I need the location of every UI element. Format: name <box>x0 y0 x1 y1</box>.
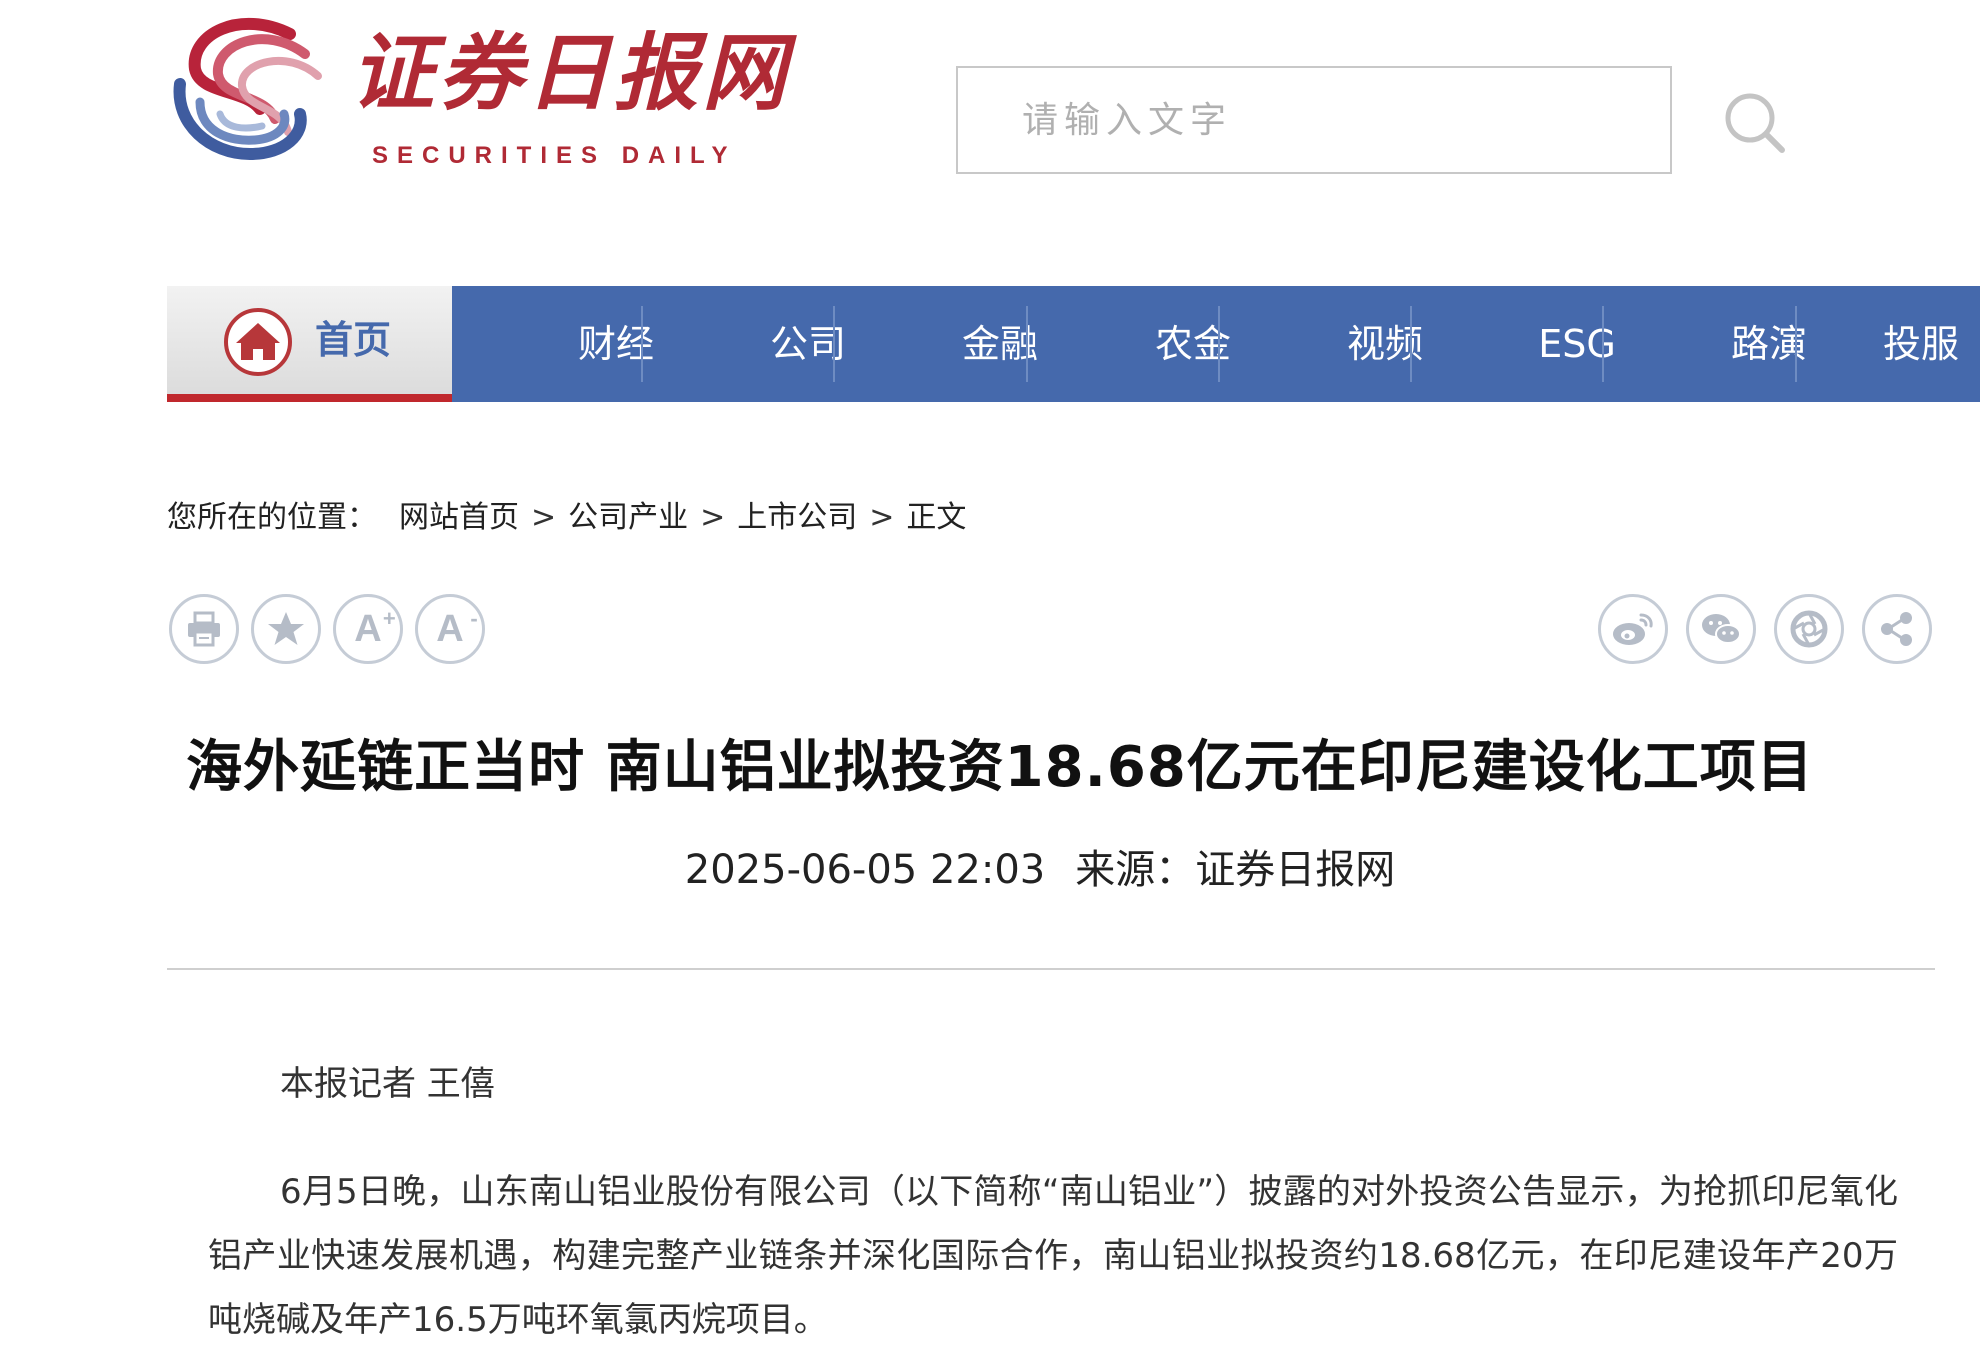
print-icon <box>184 609 224 649</box>
search-input[interactable] <box>958 68 1670 172</box>
breadcrumb-industry[interactable]: 公司产业 <box>568 500 688 535</box>
home-icon <box>222 306 294 378</box>
share-icon <box>1877 609 1917 649</box>
nav-item-esg[interactable]: ESG <box>1481 286 1673 402</box>
font-decrease-sup: - <box>470 606 478 631</box>
moments-icon <box>1789 609 1829 649</box>
article-paragraph: 6月5日晚，山东南山铝业股份有限公司（以下简称“南山铝业”）披露的对外投资公告显… <box>208 1172 1898 1340</box>
nav-item-roadshow[interactable]: 路演 <box>1673 286 1865 402</box>
weibo-icon <box>1611 609 1655 649</box>
font-increase-icon: A + <box>354 608 395 650</box>
favorite-button[interactable] <box>251 594 321 664</box>
nav-item-investor-service[interactable]: 投服 <box>1866 286 1976 402</box>
share-wechat-button[interactable] <box>1686 594 1756 664</box>
article-byline: 本报记者 王僖 <box>280 1064 495 1104</box>
nav-divider <box>1795 306 1797 382</box>
article-datetime: 2025-06-05 22:03 <box>684 847 1046 893</box>
nav-divider <box>1410 306 1412 382</box>
site-logo-text[interactable]: 证券日报网 <box>350 18 790 128</box>
breadcrumb-home[interactable]: 网站首页 <box>399 500 519 535</box>
print-button[interactable] <box>169 594 239 664</box>
favorite-star-icon <box>266 609 306 649</box>
search-icon[interactable] <box>1720 88 1790 158</box>
font-increase-button[interactable]: A + <box>333 594 403 664</box>
search-box <box>956 66 1672 174</box>
breadcrumb-prefix: 您所在的位置： <box>167 500 377 535</box>
font-decrease-glyph: A <box>436 608 464 650</box>
article-title: 海外延链正当时 南山铝业拟投资18.68亿元在印尼建设化工项目 <box>186 735 1814 800</box>
breadcrumb-separator: > <box>531 500 557 535</box>
nav-item-company[interactable]: 公司 <box>712 286 904 402</box>
breadcrumb-separator: > <box>869 500 895 535</box>
site-logo-subtitle: SECURITIES DAILY <box>372 142 737 169</box>
nav-home-label: 首页 <box>315 318 392 362</box>
font-decrease-icon: A- <box>436 608 477 650</box>
article-meta: 2025-06-05 22:03 来源：证券日报网 <box>0 840 1980 900</box>
article-divider <box>167 968 1935 970</box>
wechat-icon <box>1699 609 1743 649</box>
nav-item-video[interactable]: 视频 <box>1289 286 1481 402</box>
nav-item-banking[interactable]: 金融 <box>904 286 1096 402</box>
breadcrumb-separator: > <box>700 500 726 535</box>
nav-divider <box>1218 306 1220 382</box>
share-more-button[interactable] <box>1862 594 1932 664</box>
site-logo-icon[interactable] <box>170 14 330 169</box>
nav-divider <box>833 306 835 382</box>
main-nav: 首页 财经 公司 金融 农金 视频 ESG 路演 投服 <box>167 286 1980 402</box>
breadcrumb: 您所在的位置： 网站首页 > 公司产业 > 上市公司 > 正文 <box>167 494 966 542</box>
nav-item-agri-finance[interactable]: 农金 <box>1097 286 1289 402</box>
nav-item-finance[interactable]: 财经 <box>520 286 712 402</box>
nav-divider <box>1026 306 1028 382</box>
font-increase-glyph: A <box>354 608 382 650</box>
font-decrease-button[interactable]: A- <box>415 594 485 664</box>
nav-divider <box>1602 306 1604 382</box>
nav-divider <box>641 306 643 382</box>
share-moments-button[interactable] <box>1774 594 1844 664</box>
article-source: 来源：证券日报网 <box>1075 847 1396 893</box>
breadcrumb-listed-companies[interactable]: 上市公司 <box>737 500 857 535</box>
nav-item-home[interactable]: 首页 <box>167 286 452 402</box>
font-increase-sup: + <box>382 606 396 631</box>
share-weibo-button[interactable] <box>1598 594 1668 664</box>
breadcrumb-current: 正文 <box>906 500 967 535</box>
